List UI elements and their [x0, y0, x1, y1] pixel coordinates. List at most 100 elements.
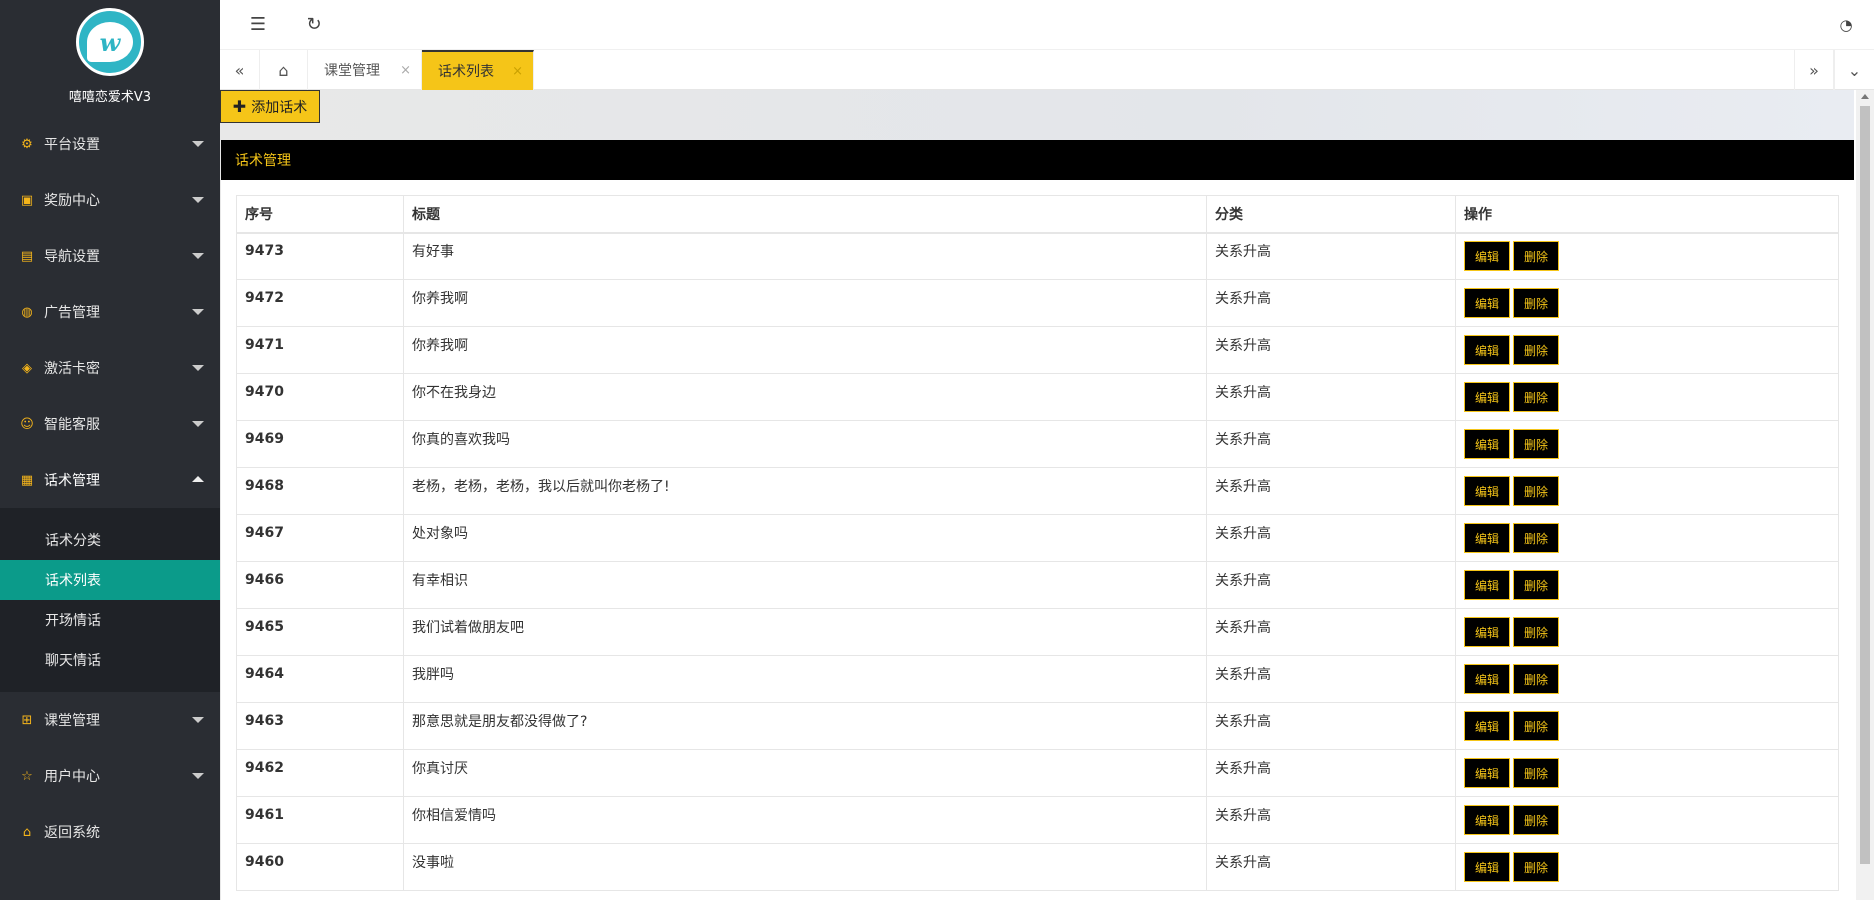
edit-button[interactable]: 编辑: [1464, 476, 1510, 506]
sidebar-subitem-chat-lines[interactable]: 聊天情话: [0, 640, 220, 680]
col-id-header: 序号: [236, 195, 404, 234]
row-actions: 编辑 删除: [1455, 514, 1839, 562]
add-script-button[interactable]: ✚ 添加话术: [220, 90, 320, 123]
delete-button[interactable]: 删除: [1513, 758, 1559, 788]
row-actions: 编辑 删除: [1455, 373, 1839, 421]
edit-button[interactable]: 编辑: [1464, 429, 1510, 459]
delete-button[interactable]: 删除: [1513, 805, 1559, 835]
edit-button[interactable]: 编辑: [1464, 523, 1510, 553]
edit-button[interactable]: 编辑: [1464, 570, 1510, 600]
sidebar-item-ad-management[interactable]: ◍ 广告管理: [0, 284, 220, 340]
sidebar-item-user-center[interactable]: ☆ 用户中心: [0, 748, 220, 804]
row-title: 没事啦: [403, 843, 1207, 891]
delete-button[interactable]: 删除: [1513, 570, 1559, 600]
sidebar: w 嘻嘻恋爱术V3 ⚙ 平台设置 ▣ 奖励中心 ▤ 导航设置 ◍ 广告管理 ◈ …: [0, 0, 220, 900]
sidebar-item-nav-settings[interactable]: ▤ 导航设置: [0, 228, 220, 284]
row-actions: 编辑 删除: [1455, 232, 1839, 280]
delete-button[interactable]: 删除: [1513, 382, 1559, 412]
tab-script-list[interactable]: 话术列表 ×: [422, 50, 534, 90]
home-icon: ⌂: [22, 824, 32, 840]
edit-button[interactable]: 编辑: [1464, 711, 1510, 741]
sidebar-item-label: 激活卡密: [44, 361, 100, 377]
row-category: 关系升高: [1206, 561, 1456, 609]
chevron-down-icon[interactable]: ⌄: [1834, 50, 1874, 90]
delete-button[interactable]: 删除: [1513, 335, 1559, 365]
row-id: 9461: [236, 796, 404, 844]
edit-button[interactable]: 编辑: [1464, 758, 1510, 788]
row-category: 关系升高: [1206, 749, 1456, 797]
row-title: 有幸相识: [403, 561, 1207, 609]
sidebar-subitem-opening-lines[interactable]: 开场情话: [0, 600, 220, 640]
logo-chat-icon: w: [87, 22, 133, 62]
delete-button[interactable]: 删除: [1513, 617, 1559, 647]
row-actions: 编辑 删除: [1455, 749, 1839, 797]
smile-icon: ☺: [20, 416, 34, 432]
chevron-down-icon: [192, 717, 204, 723]
row-actions: 编辑 删除: [1455, 843, 1839, 891]
tab-scroll-right-icon[interactable]: »: [1794, 50, 1834, 90]
edit-button[interactable]: 编辑: [1464, 617, 1510, 647]
edit-button[interactable]: 编辑: [1464, 805, 1510, 835]
scroll-thumb[interactable]: [1860, 106, 1870, 864]
theme-palette-icon[interactable]: ◔: [1836, 15, 1856, 35]
sidebar-item-smart-service[interactable]: ☺ 智能客服: [0, 396, 220, 452]
app-name: 嘻嘻恋爱术V3: [68, 90, 152, 105]
col-actions-header: 操作: [1455, 195, 1839, 234]
sidebar-subitem-script-category[interactable]: 话术分类: [0, 520, 220, 560]
video-icon: ▣: [20, 192, 34, 208]
page-scrollbar[interactable]: [1856, 90, 1874, 900]
table-row: 9469 你真的喜欢我吗 关系升高 编辑 删除: [236, 420, 1839, 468]
sidebar-item-script-management[interactable]: ▦ 话术管理: [0, 452, 220, 508]
table-header-row: 序号 标题 分类 操作: [236, 195, 1839, 234]
row-category: 关系升高: [1206, 232, 1456, 280]
cube-icon: ◈: [22, 360, 32, 376]
delete-button[interactable]: 删除: [1513, 523, 1559, 553]
sidebar-item-reward-center[interactable]: ▣ 奖励中心: [0, 172, 220, 228]
row-category: 关系升高: [1206, 796, 1456, 844]
edit-button[interactable]: 编辑: [1464, 288, 1510, 318]
row-id: 9472: [236, 279, 404, 327]
script-panel: 话术管理 序号 标题 分类 操作 9473 有好事 关系升高 编辑 删除 9472 你养我啊…: [221, 140, 1854, 900]
row-id: 9462: [236, 749, 404, 797]
row-category: 关系升高: [1206, 467, 1456, 515]
chevron-down-icon: [192, 365, 204, 371]
row-category: 关系升高: [1206, 655, 1456, 703]
row-title: 你真的喜欢我吗: [403, 420, 1207, 468]
delete-button[interactable]: 删除: [1513, 711, 1559, 741]
sidebar-item-return-system[interactable]: ⌂ 返回系统: [0, 804, 220, 860]
edit-button[interactable]: 编辑: [1464, 335, 1510, 365]
row-actions: 编辑 删除: [1455, 279, 1839, 327]
sidebar-subitem-script-list[interactable]: 话术列表: [0, 560, 220, 600]
top-header: ☰ ↻ ◔: [220, 0, 1874, 50]
row-title: 我胖吗: [403, 655, 1207, 703]
home-tab-icon[interactable]: ⌂: [260, 50, 308, 90]
row-category: 关系升高: [1206, 702, 1456, 750]
tab-scroll-left-icon[interactable]: «: [220, 50, 260, 90]
delete-button[interactable]: 删除: [1513, 476, 1559, 506]
row-title: 我们试着做朋友吧: [403, 608, 1207, 656]
delete-button[interactable]: 删除: [1513, 241, 1559, 272]
chevron-down-icon: [192, 773, 204, 779]
edit-button[interactable]: 编辑: [1464, 664, 1510, 694]
menu-collapse-icon[interactable]: ☰: [248, 15, 268, 35]
refresh-icon[interactable]: ↻: [304, 15, 324, 35]
edit-button[interactable]: 编辑: [1464, 852, 1510, 882]
panel-title: 话术管理: [221, 140, 1854, 180]
scroll-up-arrow-icon[interactable]: [1861, 94, 1869, 99]
tab-class-management[interactable]: 课堂管理 ×: [308, 50, 422, 90]
edit-button[interactable]: 编辑: [1464, 241, 1510, 272]
close-icon[interactable]: ×: [400, 63, 411, 78]
row-id: 9466: [236, 561, 404, 609]
sidebar-item-activation-cards[interactable]: ◈ 激活卡密: [0, 340, 220, 396]
delete-button[interactable]: 删除: [1513, 288, 1559, 318]
sidebar-item-platform-settings[interactable]: ⚙ 平台设置: [0, 116, 220, 172]
delete-button[interactable]: 删除: [1513, 429, 1559, 459]
palette-icon: ◍: [21, 304, 33, 320]
sidebar-item-class-management[interactable]: ⊞ 课堂管理: [0, 692, 220, 748]
delete-button[interactable]: 删除: [1513, 664, 1559, 694]
read-icon: ⊞: [21, 712, 33, 728]
table-row: 9467 处对象吗 关系升高 编辑 删除: [236, 514, 1839, 562]
close-icon[interactable]: ×: [512, 64, 523, 79]
delete-button[interactable]: 删除: [1513, 852, 1559, 882]
edit-button[interactable]: 编辑: [1464, 382, 1510, 412]
